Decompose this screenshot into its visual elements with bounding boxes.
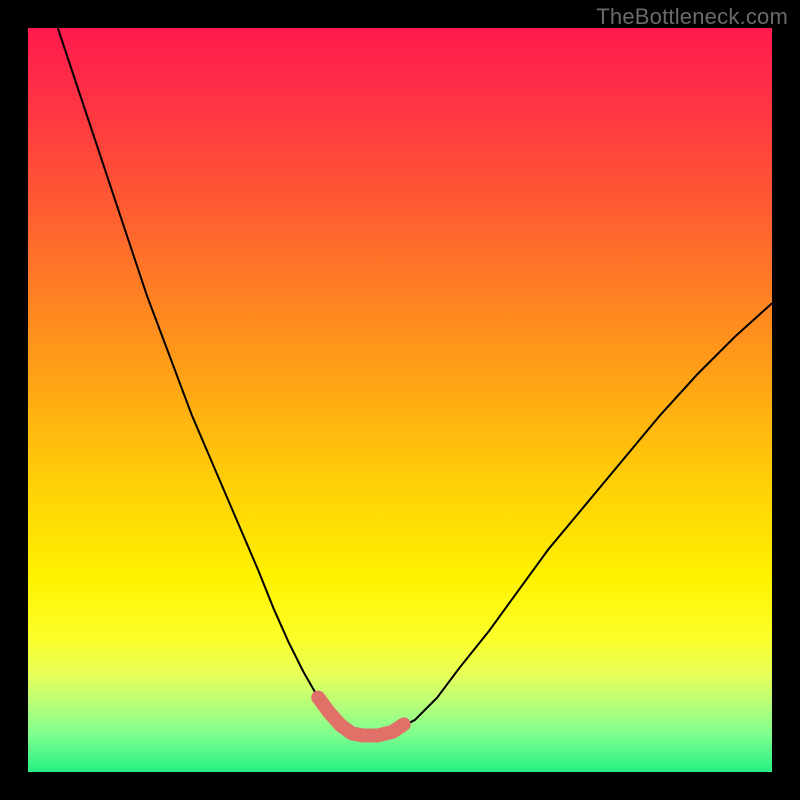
watermark-text: TheBottleneck.com <box>596 4 788 30</box>
series-curve <box>58 28 772 736</box>
chart-svg <box>28 28 772 772</box>
highlight-marker <box>318 698 404 736</box>
chart-frame: TheBottleneck.com <box>0 0 800 800</box>
plot-area <box>28 28 772 772</box>
